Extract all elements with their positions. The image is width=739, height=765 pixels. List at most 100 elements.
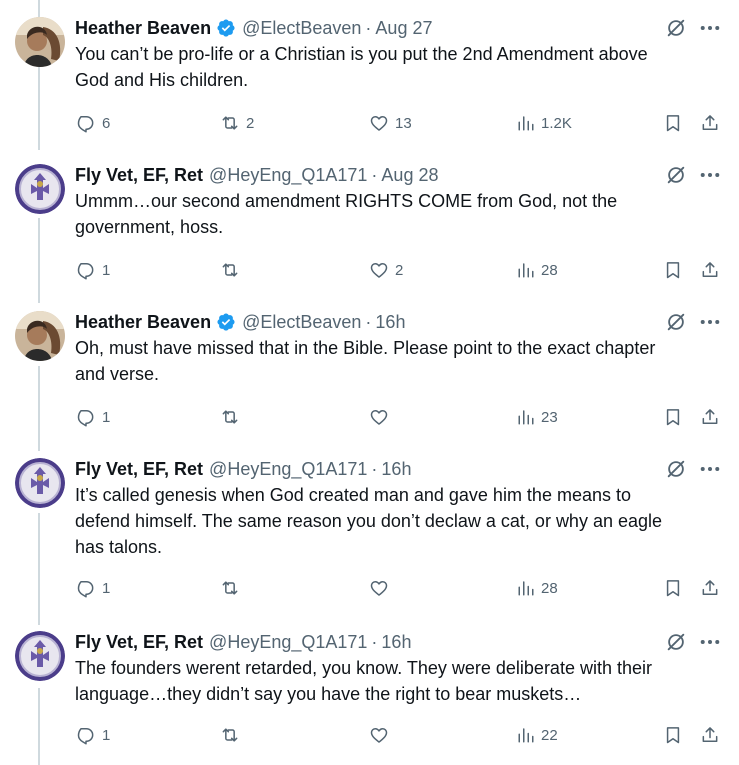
grok-icon[interactable] (665, 164, 687, 186)
tweet[interactable]: Heather Beaven @ElectBeaven · 16h Oh, mu… (0, 309, 739, 439)
bookmark-button[interactable] (663, 111, 683, 135)
views-icon (518, 116, 534, 131)
grok-icon[interactable] (665, 311, 687, 333)
tweet-header: Heather Beaven @ElectBeaven · 16h (75, 309, 405, 335)
views-icon (518, 263, 534, 278)
views-button[interactable]: 28 (517, 258, 558, 282)
reply-icon (77, 263, 94, 280)
action-bar: 1 22 (0, 723, 739, 747)
retweet-button[interactable]: 2 (220, 111, 254, 135)
grok-icon[interactable] (665, 631, 687, 653)
more-dots-icon[interactable] (699, 162, 721, 188)
share-button[interactable] (700, 723, 720, 747)
reply-button[interactable]: 6 (76, 111, 110, 135)
share-button[interactable] (700, 405, 720, 429)
retweet-button[interactable] (220, 576, 246, 600)
views-count: 28 (541, 579, 558, 597)
tweet[interactable]: Fly Vet, EF, Ret @HeyEng_Q1A171 · 16h It… (0, 456, 739, 616)
timestamp[interactable]: 16h (375, 312, 405, 333)
bookmark-icon (666, 115, 680, 132)
grok-icon[interactable] (665, 17, 687, 39)
separator-dot: · (371, 458, 378, 479)
more-dots-icon[interactable] (699, 629, 721, 655)
views-button[interactable]: 23 (517, 405, 558, 429)
reply-count: 1 (102, 726, 111, 744)
like-button[interactable] (369, 405, 395, 429)
like-button[interactable] (369, 723, 395, 747)
bookmark-button[interactable] (663, 258, 683, 282)
reply-count: 1 (102, 579, 111, 597)
verified-badge-icon[interactable] (216, 312, 236, 332)
retweet-button[interactable] (220, 405, 246, 429)
like-icon (370, 728, 388, 743)
more-dots-icon[interactable] (699, 456, 721, 482)
tweet-header: Fly Vet, EF, Ret @HeyEng_Q1A171 · Aug 28 (75, 162, 438, 188)
tweet-header: Heather Beaven @ElectBeaven · Aug 27 (75, 15, 432, 41)
author-name[interactable]: Heather Beaven (75, 18, 211, 39)
like-icon (370, 581, 388, 596)
like-button[interactable] (369, 576, 395, 600)
tweet[interactable]: Heather Beaven @ElectBeaven · Aug 27 You… (0, 15, 739, 145)
tweet-text: Oh, must have missed that in the Bible. … (75, 335, 725, 387)
timestamp[interactable]: 16h (381, 459, 411, 480)
avatar[interactable] (15, 311, 65, 361)
avatar[interactable] (15, 17, 65, 67)
tweet-text-line: Oh, must have missed that in the Bible. … (75, 338, 656, 358)
share-button[interactable] (700, 111, 720, 135)
author-handle[interactable]: @ElectBeaven (242, 18, 361, 39)
author-handle[interactable]: @HeyEng_Q1A171 (209, 632, 367, 653)
author-name[interactable]: Heather Beaven (75, 312, 211, 333)
separator-dot: · (365, 17, 372, 38)
avatar[interactable] (15, 631, 65, 681)
share-icon (702, 262, 718, 277)
like-button[interactable]: 2 (369, 258, 403, 282)
reply-button[interactable]: 1 (76, 576, 110, 600)
author-name[interactable]: Fly Vet, EF, Ret (75, 632, 203, 653)
bookmark-button[interactable] (663, 576, 683, 600)
views-button[interactable]: 1.2K (517, 111, 572, 135)
like-button[interactable]: 13 (369, 111, 412, 135)
author-handle[interactable]: @HeyEng_Q1A171 (209, 459, 367, 480)
tweet-text-line: It’s called genesis when God created man… (75, 485, 631, 505)
timestamp[interactable]: Aug 27 (375, 18, 432, 39)
avatar-photo (15, 17, 65, 67)
avatar[interactable] (15, 164, 65, 214)
share-button[interactable] (700, 258, 720, 282)
reply-button[interactable]: 1 (76, 723, 110, 747)
retweet-button[interactable] (220, 258, 246, 282)
share-button[interactable] (700, 576, 720, 600)
views-button[interactable]: 22 (517, 723, 558, 747)
bookmark-button[interactable] (663, 723, 683, 747)
views-count: 28 (541, 261, 558, 279)
views-count: 22 (541, 726, 558, 744)
author-handle[interactable]: @HeyEng_Q1A171 (209, 165, 367, 186)
like-icon (370, 116, 388, 131)
separator-dot: · (365, 311, 372, 332)
views-button[interactable]: 28 (517, 576, 558, 600)
share-icon (702, 115, 718, 130)
more-dots-icon[interactable] (699, 15, 721, 41)
timestamp[interactable]: 16h (381, 632, 411, 653)
views-icon (518, 728, 534, 743)
retweet-icon (222, 116, 238, 130)
author-name[interactable]: Fly Vet, EF, Ret (75, 459, 203, 480)
reply-button[interactable]: 1 (76, 258, 110, 282)
action-bar: 1 2 28 (0, 258, 739, 282)
avatar[interactable] (15, 458, 65, 508)
more-dots-icon[interactable] (699, 309, 721, 335)
retweet-button[interactable] (220, 723, 246, 747)
grok-icon[interactable] (665, 458, 687, 480)
verified-badge-icon[interactable] (216, 18, 236, 38)
author-name[interactable]: Fly Vet, EF, Ret (75, 165, 203, 186)
bookmark-button[interactable] (663, 405, 683, 429)
reply-button[interactable]: 1 (76, 405, 110, 429)
like-icon (370, 263, 388, 278)
tweet[interactable]: Fly Vet, EF, Ret @HeyEng_Q1A171 · Aug 28… (0, 162, 739, 292)
tweet[interactable]: Fly Vet, EF, Ret @HeyEng_Q1A171 · 16h Th… (0, 629, 739, 759)
tweet-text-line: and verse. (75, 364, 160, 384)
author-handle[interactable]: @ElectBeaven (242, 312, 361, 333)
avatar-emblem (15, 458, 65, 508)
share-icon (702, 727, 718, 742)
retweet-icon (222, 410, 238, 424)
timestamp[interactable]: Aug 28 (381, 165, 438, 186)
